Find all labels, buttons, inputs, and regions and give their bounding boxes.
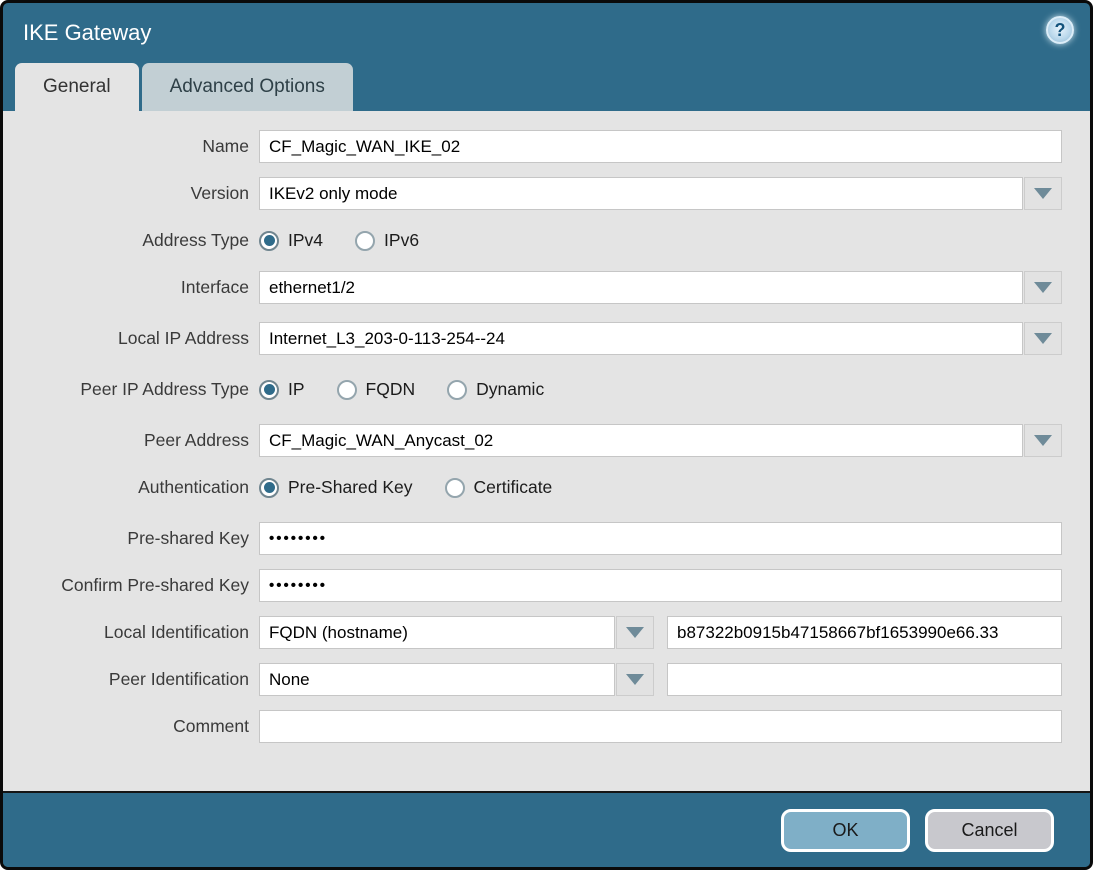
radio-ipv4-circle[interactable] bbox=[259, 231, 279, 251]
peer-ip-type-label: Peer IP Address Type bbox=[3, 379, 259, 400]
dialog-footer: OK Cancel bbox=[3, 791, 1090, 867]
form-row-peer-ip-type: Peer IP Address Type IP FQDN Dynamic bbox=[3, 373, 1062, 406]
ike-gateway-dialog: IKE Gateway ? General Advanced Options N… bbox=[0, 0, 1093, 870]
local-identification-dropdown-button[interactable] bbox=[616, 616, 654, 649]
ok-button[interactable]: OK bbox=[781, 809, 910, 852]
form-row-interface: Interface ethernet1/2 bbox=[3, 271, 1062, 304]
radio-ipv4-label: IPv4 bbox=[288, 230, 323, 251]
radio-ip[interactable]: IP bbox=[259, 379, 305, 400]
tab-general[interactable]: General bbox=[15, 63, 139, 111]
peer-address-dropdown-value: CF_Magic_WAN_Anycast_02 bbox=[259, 424, 1023, 457]
interface-dropdown[interactable]: ethernet1/2 bbox=[259, 271, 1062, 304]
local-identification-type-dropdown[interactable]: FQDN (hostname) bbox=[259, 616, 654, 649]
form-row-comment: Comment bbox=[3, 710, 1062, 743]
radio-fqdn[interactable]: FQDN bbox=[337, 379, 416, 400]
form-row-peer-address: Peer Address CF_Magic_WAN_Anycast_02 bbox=[3, 424, 1062, 457]
form-row-psk: Pre-shared Key bbox=[3, 522, 1062, 555]
radio-ipv6-label: IPv6 bbox=[384, 230, 419, 251]
form-row-version: Version IKEv2 only mode bbox=[3, 177, 1062, 210]
authentication-label: Authentication bbox=[3, 477, 259, 498]
tab-advanced-options[interactable]: Advanced Options bbox=[142, 63, 353, 111]
radio-ip-label: IP bbox=[288, 379, 305, 400]
local-ip-dropdown-value: Internet_L3_203-0-113-254--24 bbox=[259, 322, 1023, 355]
name-label: Name bbox=[3, 136, 259, 157]
form-row-confirm-psk: Confirm Pre-shared Key bbox=[3, 569, 1062, 602]
local-identification-value-input[interactable] bbox=[667, 616, 1062, 649]
radio-dynamic-label: Dynamic bbox=[476, 379, 544, 400]
local-ip-label: Local IP Address bbox=[3, 328, 259, 349]
radio-ipv6-circle[interactable] bbox=[355, 231, 375, 251]
address-type-radiogroup: IPv4 IPv6 bbox=[259, 230, 419, 251]
comment-input[interactable] bbox=[259, 710, 1062, 743]
local-identification-label: Local Identification bbox=[3, 622, 259, 643]
peer-identification-label: Peer Identification bbox=[3, 669, 259, 690]
authentication-radiogroup: Pre-Shared Key Certificate bbox=[259, 477, 552, 498]
interface-dropdown-button[interactable] bbox=[1024, 271, 1062, 304]
chevron-down-icon bbox=[626, 627, 644, 638]
pre-shared-key-input[interactable] bbox=[259, 522, 1062, 555]
peer-identification-type-dropdown[interactable]: None bbox=[259, 663, 654, 696]
dialog-titlebar: IKE Gateway ? bbox=[3, 3, 1090, 63]
interface-dropdown-value: ethernet1/2 bbox=[259, 271, 1023, 304]
help-icon[interactable]: ? bbox=[1046, 16, 1074, 44]
version-label: Version bbox=[3, 183, 259, 204]
version-dropdown[interactable]: IKEv2 only mode bbox=[259, 177, 1062, 210]
radio-certificate-label: Certificate bbox=[474, 477, 553, 498]
radio-certificate-circle[interactable] bbox=[445, 478, 465, 498]
peer-ip-type-radiogroup: IP FQDN Dynamic bbox=[259, 379, 544, 400]
peer-address-label: Peer Address bbox=[3, 430, 259, 451]
peer-identification-value-input[interactable] bbox=[667, 663, 1062, 696]
form-row-authentication: Authentication Pre-Shared Key Certificat… bbox=[3, 471, 1062, 504]
interface-label: Interface bbox=[3, 277, 259, 298]
chevron-down-icon bbox=[1034, 333, 1052, 344]
chevron-down-icon bbox=[1034, 188, 1052, 199]
tab-general-label: General bbox=[43, 76, 111, 98]
chevron-down-icon bbox=[1034, 435, 1052, 446]
radio-ipv4[interactable]: IPv4 bbox=[259, 230, 323, 251]
radio-dynamic-circle[interactable] bbox=[447, 380, 467, 400]
radio-fqdn-circle[interactable] bbox=[337, 380, 357, 400]
form-row-name: Name bbox=[3, 130, 1062, 163]
comment-label: Comment bbox=[3, 716, 259, 737]
local-ip-dropdown-button[interactable] bbox=[1024, 322, 1062, 355]
radio-certificate[interactable]: Certificate bbox=[445, 477, 553, 498]
psk-label: Pre-shared Key bbox=[3, 528, 259, 549]
radio-dynamic[interactable]: Dynamic bbox=[447, 379, 544, 400]
radio-ipv6[interactable]: IPv6 bbox=[355, 230, 419, 251]
cancel-button[interactable]: Cancel bbox=[925, 809, 1054, 852]
radio-psk-circle[interactable] bbox=[259, 478, 279, 498]
tab-bar: General Advanced Options bbox=[3, 63, 1090, 111]
confirm-pre-shared-key-input[interactable] bbox=[259, 569, 1062, 602]
peer-identification-type-value: None bbox=[259, 663, 615, 696]
radio-ip-circle[interactable] bbox=[259, 380, 279, 400]
form-row-local-identification: Local Identification FQDN (hostname) bbox=[3, 616, 1062, 649]
form-row-peer-identification: Peer Identification None bbox=[3, 663, 1062, 696]
form-row-local-ip: Local IP Address Internet_L3_203-0-113-2… bbox=[3, 322, 1062, 355]
peer-address-dropdown-button[interactable] bbox=[1024, 424, 1062, 457]
local-identification-type-value: FQDN (hostname) bbox=[259, 616, 615, 649]
general-tab-panel: Name Version IKEv2 only mode Address Typ… bbox=[3, 111, 1090, 791]
confirm-psk-label: Confirm Pre-shared Key bbox=[3, 575, 259, 596]
help-icon-glyph: ? bbox=[1055, 20, 1066, 41]
version-dropdown-value: IKEv2 only mode bbox=[259, 177, 1023, 210]
address-type-label: Address Type bbox=[3, 230, 259, 251]
local-ip-dropdown[interactable]: Internet_L3_203-0-113-254--24 bbox=[259, 322, 1062, 355]
radio-psk-label: Pre-Shared Key bbox=[288, 477, 413, 498]
form-row-address-type: Address Type IPv4 IPv6 bbox=[3, 224, 1062, 257]
radio-fqdn-label: FQDN bbox=[366, 379, 416, 400]
peer-identification-dropdown-button[interactable] bbox=[616, 663, 654, 696]
radio-pre-shared-key[interactable]: Pre-Shared Key bbox=[259, 477, 413, 498]
chevron-down-icon bbox=[626, 674, 644, 685]
name-input[interactable] bbox=[259, 130, 1062, 163]
tab-advanced-options-label: Advanced Options bbox=[170, 76, 325, 98]
version-dropdown-button[interactable] bbox=[1024, 177, 1062, 210]
dialog-title: IKE Gateway bbox=[23, 20, 151, 46]
peer-address-dropdown[interactable]: CF_Magic_WAN_Anycast_02 bbox=[259, 424, 1062, 457]
chevron-down-icon bbox=[1034, 282, 1052, 293]
